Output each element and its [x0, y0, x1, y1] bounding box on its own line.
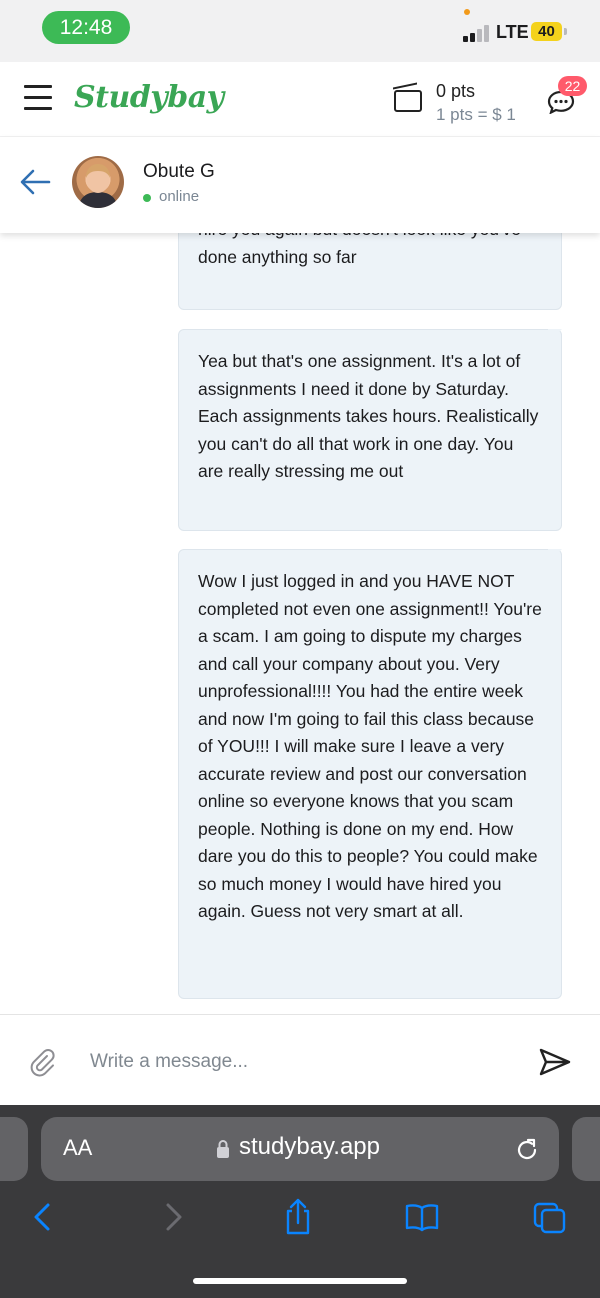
network-label: LTE [496, 22, 529, 42]
message-bubble: Yea but that's one assignment. It's a lo… [178, 329, 562, 531]
app-header: Studybay 0 pts 1 pts = $ 1 22 [0, 62, 600, 136]
privacy-indicator [464, 9, 470, 15]
address-bar[interactable]: AA studybay.app [41, 1117, 559, 1181]
forward-icon[interactable] [154, 1197, 190, 1237]
message-text: Yea but that's one assignment. It's a lo… [198, 351, 539, 481]
online-status-dot [143, 194, 151, 202]
reader-settings-button[interactable]: AA [63, 1135, 92, 1161]
status-time: 12:48 [42, 11, 130, 44]
arrow-left-icon[interactable] [18, 167, 52, 197]
paperclip-icon[interactable] [28, 1047, 58, 1077]
contact-status: online [159, 188, 200, 205]
signal-icon [463, 24, 491, 42]
wallet-icon[interactable] [394, 90, 422, 112]
message-bubble: hire you again but doesn't look like you… [178, 233, 562, 310]
message-text: Wow I just logged in and you HAVE NOT co… [198, 571, 542, 921]
contact-name: Obute G [143, 161, 215, 182]
status-bar: 12:48 LTE 40 [0, 0, 600, 62]
home-indicator [193, 1278, 407, 1284]
message-input[interactable] [88, 1045, 512, 1079]
chat-contact-header: Obute G online [0, 137, 600, 233]
tabs-icon[interactable] [532, 1197, 568, 1237]
points-balance[interactable]: 0 pts [436, 81, 475, 102]
hamburger-icon[interactable] [24, 84, 52, 110]
points-rate: 1 pts = $ 1 [436, 105, 516, 124]
back-icon[interactable] [26, 1197, 62, 1237]
reload-icon[interactable] [513, 1136, 541, 1164]
avatar[interactable] [72, 156, 124, 208]
book-icon[interactable] [404, 1197, 440, 1237]
browser-toolbar: AA studybay.app [0, 1105, 600, 1298]
battery-cap [564, 28, 567, 35]
message-bubble: Wow I just logged in and you HAVE NOT co… [178, 549, 562, 999]
battery-level: 40 [531, 22, 562, 41]
previous-tab-preview[interactable] [0, 1117, 28, 1181]
message-composer [0, 1014, 600, 1106]
message-list[interactable]: hire you again but doesn't look like you… [0, 233, 600, 1014]
notification-badge: 22 [558, 76, 587, 96]
send-icon[interactable] [538, 1047, 572, 1077]
share-icon[interactable] [280, 1197, 316, 1237]
studybay-logo[interactable]: Studybay [74, 80, 224, 115]
bubble-tail [548, 549, 562, 563]
next-tab-preview[interactable] [572, 1117, 600, 1181]
lock-icon [217, 1140, 229, 1158]
message-text: hire you again but doesn't look like you… [198, 233, 521, 267]
url-text[interactable]: studybay.app [239, 1133, 380, 1161]
bubble-tail [548, 329, 562, 343]
